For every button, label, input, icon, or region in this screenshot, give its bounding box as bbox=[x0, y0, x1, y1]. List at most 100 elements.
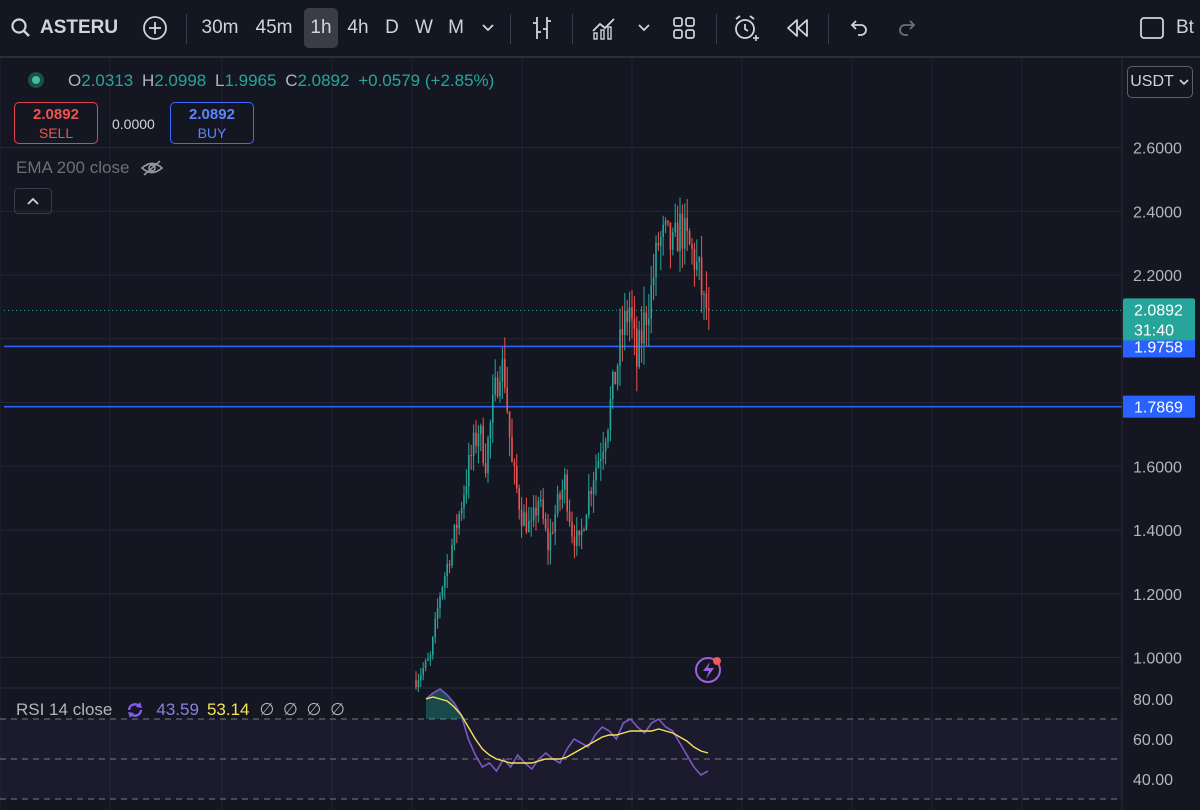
high-value: 2.0998 bbox=[154, 71, 207, 90]
price-tick-label: 2.6000 bbox=[1133, 141, 1182, 158]
ema-indicator-legend[interactable]: EMA 200 close bbox=[16, 158, 165, 178]
rsi-ma-value: 53.14 bbox=[206, 700, 250, 719]
alert-button[interactable] bbox=[728, 8, 764, 48]
candle-body bbox=[612, 371, 614, 400]
rsi-tick-label: 80.00 bbox=[1133, 692, 1173, 709]
candle-body bbox=[588, 490, 590, 516]
interval-dropdown[interactable] bbox=[476, 8, 500, 48]
close-value: 2.0892 bbox=[297, 71, 350, 90]
candle-body bbox=[631, 307, 633, 319]
candle-body bbox=[600, 459, 602, 462]
chart-canvas[interactable]: 2.6000 2.4000 2.2000 1.6000 1.4000 1.2000 1.00… bbox=[0, 58, 1200, 810]
search-icon bbox=[11, 18, 30, 37]
refresh-icon[interactable] bbox=[124, 699, 146, 721]
sell-label: SELL bbox=[38, 125, 74, 141]
fullscreen-button[interactable] bbox=[1136, 8, 1168, 48]
currency-selector[interactable]: USDT bbox=[1127, 66, 1193, 98]
interval-4h[interactable]: 4h bbox=[343, 8, 373, 48]
candle-body bbox=[590, 490, 592, 495]
interval-1h[interactable]: 1h bbox=[304, 8, 338, 48]
candle-body bbox=[482, 425, 484, 464]
candle-body bbox=[518, 488, 520, 510]
candle-body bbox=[436, 608, 439, 619]
candle-body bbox=[542, 499, 544, 519]
interval-m[interactable]: M bbox=[443, 8, 469, 48]
rsi-indicator-legend[interactable]: RSI 14 close 43.59 53.14 ∅ ∅ ∅ ∅ bbox=[16, 699, 347, 721]
candle-body bbox=[554, 514, 556, 533]
alarm-clock-icon bbox=[735, 15, 759, 41]
buy-button[interactable]: 2.0892 BUY bbox=[170, 102, 254, 144]
candle-body bbox=[494, 377, 496, 395]
price-tick-label: 1.4000 bbox=[1133, 523, 1182, 540]
candle-body bbox=[621, 329, 624, 336]
candle-body bbox=[556, 493, 559, 515]
candle-body bbox=[520, 509, 523, 526]
indicators-dropdown[interactable] bbox=[632, 8, 656, 48]
chart-area[interactable]: 2.6000 2.4000 2.2000 1.6000 1.4000 1.2000 1.00… bbox=[0, 58, 1200, 810]
candle-body bbox=[535, 507, 537, 516]
partial-label: Bt bbox=[1176, 17, 1194, 38]
rsi-extra-values: ∅ ∅ ∅ ∅ bbox=[259, 700, 347, 719]
candle-body bbox=[633, 318, 636, 329]
candle-body bbox=[484, 463, 487, 474]
candle-body bbox=[619, 329, 621, 366]
redo-button[interactable] bbox=[892, 8, 924, 48]
symbol-search[interactable]: ASTERU bbox=[10, 8, 120, 48]
candle-body bbox=[585, 515, 588, 531]
chevron-up-icon bbox=[27, 197, 39, 205]
add-circle-icon bbox=[143, 16, 167, 40]
redo-icon bbox=[899, 20, 916, 36]
candle-body bbox=[451, 544, 453, 566]
candle-body bbox=[705, 293, 708, 309]
divider bbox=[828, 14, 829, 44]
undo-button[interactable] bbox=[842, 8, 874, 48]
sell-button[interactable]: 2.0892 SELL bbox=[14, 102, 98, 144]
candle-body bbox=[566, 474, 568, 512]
interval-d[interactable]: D bbox=[380, 8, 404, 48]
candle-body bbox=[549, 532, 552, 551]
candle-body bbox=[614, 371, 616, 385]
ohlc-legend: O2.0313 H2.0998 L1.9965 C2.0892 +0.0579 … bbox=[68, 71, 494, 91]
collapse-legend-button[interactable] bbox=[14, 188, 52, 214]
candle-body bbox=[700, 257, 703, 295]
compare-button[interactable] bbox=[138, 8, 172, 48]
candle-body bbox=[597, 461, 600, 468]
chart-type-button[interactable] bbox=[524, 8, 560, 48]
candle-body bbox=[516, 466, 518, 489]
interval-45m[interactable]: 45m bbox=[250, 8, 298, 48]
layouts-button[interactable] bbox=[666, 8, 702, 48]
candle-body bbox=[655, 242, 657, 278]
candle-body bbox=[496, 377, 499, 397]
eye-off-icon[interactable] bbox=[139, 158, 165, 178]
candle-body bbox=[458, 513, 460, 529]
candle-body bbox=[415, 679, 417, 688]
current-price-label: 2.0892 bbox=[1134, 302, 1183, 319]
candle-body bbox=[607, 430, 609, 443]
indicators-button[interactable] bbox=[586, 8, 622, 48]
grid-layout-icon bbox=[673, 17, 695, 39]
market-status-indicator[interactable] bbox=[28, 72, 44, 88]
candle-body bbox=[511, 436, 513, 462]
price-tick-label: 1.2000 bbox=[1133, 587, 1182, 604]
candle-body bbox=[624, 310, 626, 336]
candle-body bbox=[532, 507, 535, 521]
candle-body bbox=[465, 486, 468, 495]
candle-body bbox=[691, 244, 693, 249]
candle-body bbox=[664, 220, 667, 225]
ema-label: EMA 200 close bbox=[16, 158, 130, 177]
candle-body bbox=[508, 411, 511, 437]
candle-body bbox=[667, 220, 669, 223]
candle-body bbox=[609, 399, 612, 431]
candle-body bbox=[561, 489, 564, 500]
candle-body bbox=[525, 512, 528, 533]
replay-button[interactable] bbox=[780, 8, 816, 48]
rewind-icon bbox=[787, 19, 808, 37]
interval-30m[interactable]: 30m bbox=[195, 8, 245, 48]
change-value: +0.0579 (+2.85%) bbox=[358, 71, 495, 90]
spread-value: 0.0000 bbox=[112, 116, 155, 132]
open-value: 2.0313 bbox=[81, 71, 134, 90]
interval-w[interactable]: W bbox=[411, 8, 437, 48]
candle-body bbox=[504, 359, 506, 388]
rsi-value: 43.59 bbox=[156, 700, 199, 719]
candle-body bbox=[477, 433, 480, 446]
